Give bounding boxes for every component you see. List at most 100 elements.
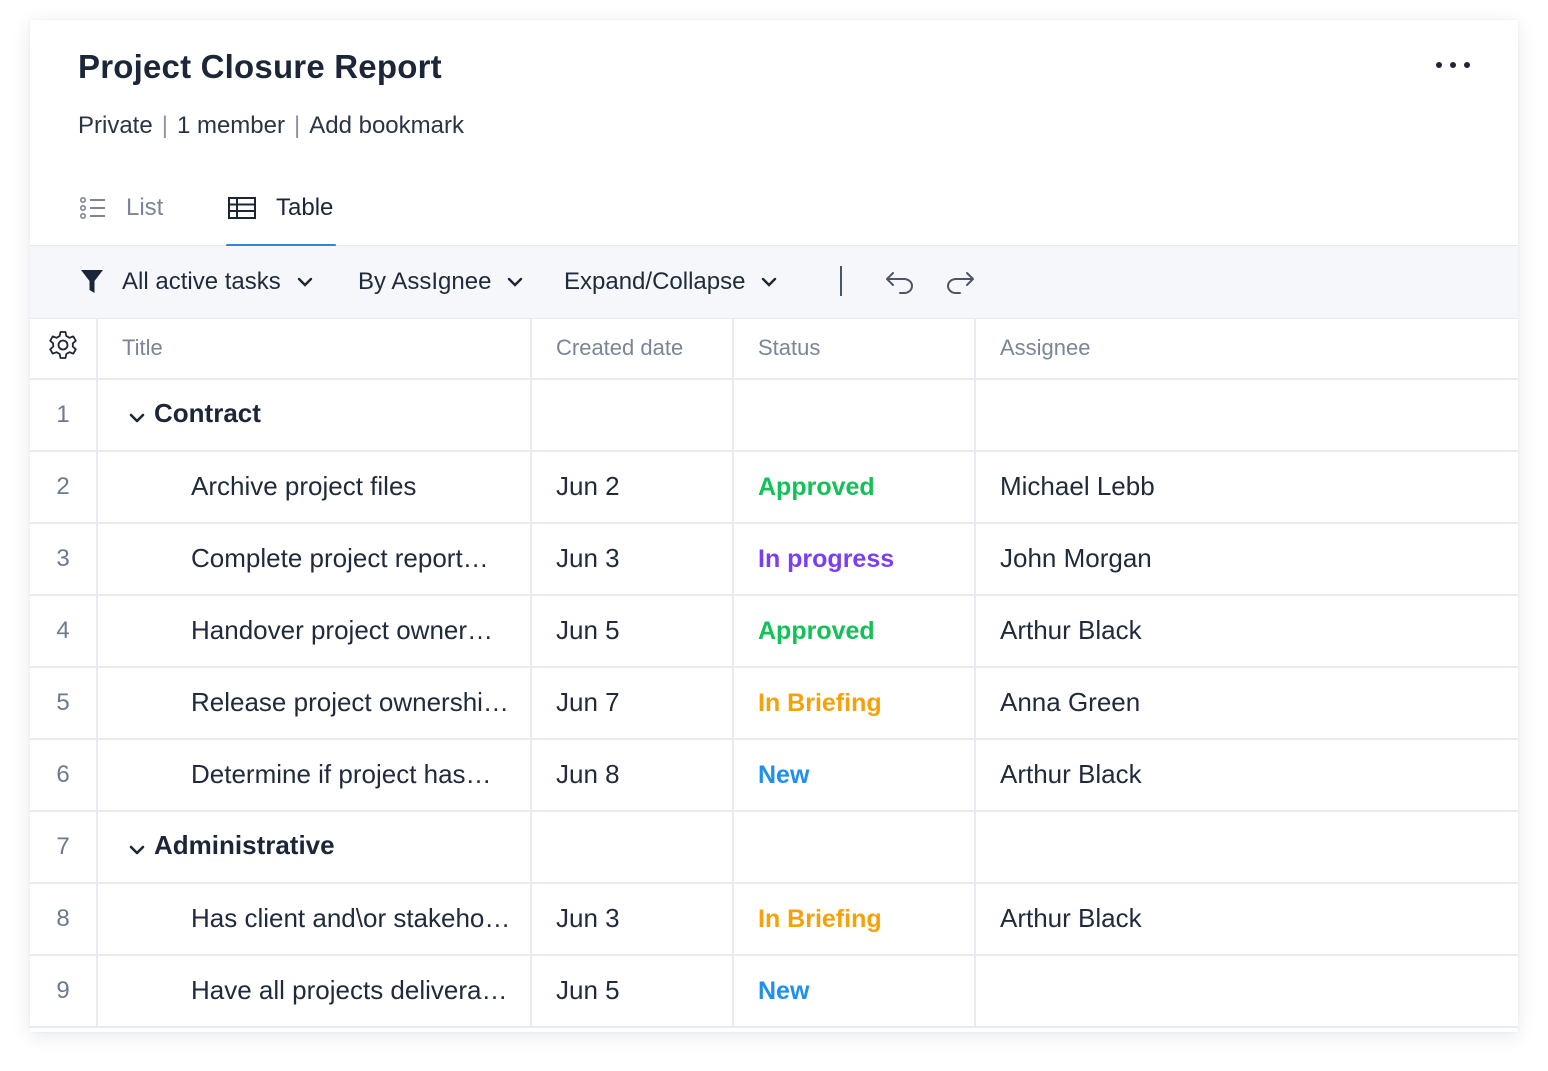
gear-icon — [48, 331, 78, 365]
table-icon — [228, 197, 256, 219]
filter-dropdown[interactable]: All active tasks — [80, 246, 313, 318]
status-cell[interactable]: New — [733, 738, 976, 812]
status-cell[interactable]: Approved — [733, 450, 976, 524]
task-title[interactable]: Have all projects delivera… — [97, 954, 532, 1028]
empty-cell — [531, 810, 734, 884]
group-title[interactable]: Contract — [97, 378, 532, 452]
created-date[interactable]: Jun 8 — [531, 738, 734, 812]
assignee-cell[interactable]: Arthur Black — [975, 594, 1518, 668]
more-options-icon[interactable] — [1436, 56, 1470, 74]
chevron-down-icon — [507, 277, 523, 287]
assignee-cell[interactable]: Anna Green — [975, 666, 1518, 740]
row-number: 4 — [30, 594, 98, 668]
assignee-cell[interactable] — [975, 954, 1518, 1028]
table-row[interactable]: 3 Complete project report… Jun 3 In progres… — [30, 522, 1518, 596]
group-row[interactable]: 7 Administrative — [30, 810, 1518, 884]
project-meta: Private | 1 member | Add bookmark — [78, 112, 464, 140]
page-title: Project Closure Report — [78, 48, 442, 85]
members-link[interactable]: 1 member — [177, 112, 285, 140]
chevron-down-icon — [761, 277, 777, 287]
group-row[interactable]: 1 Contract — [30, 378, 1518, 452]
task-title[interactable]: Archive project files — [97, 450, 532, 524]
column-header-assignee[interactable]: Assignee — [975, 318, 1518, 380]
table-row[interactable]: 4 Handover project owner… Jun 5 Approved Art… — [30, 594, 1518, 668]
meta-separator: | — [161, 112, 168, 139]
column-header-status[interactable]: Status — [733, 318, 976, 380]
list-icon — [80, 196, 106, 220]
table-row[interactable]: 6 Determine if project has… Jun 8 New Arthur… — [30, 738, 1518, 812]
table-header: Title Created date Status Assignee — [30, 318, 1518, 380]
project-card: Project Closure Report Private | 1 membe… — [30, 20, 1518, 1032]
status-cell[interactable]: In Briefing — [733, 666, 976, 740]
row-number: 6 — [30, 738, 98, 812]
status-badge: Approved — [758, 473, 875, 501]
assignee-cell[interactable]: John Morgan — [975, 522, 1518, 596]
created-date[interactable]: Jun 3 — [531, 522, 734, 596]
redo-icon[interactable] — [944, 268, 976, 296]
group-by-label: By AssIgnee — [358, 268, 492, 295]
chevron-down-icon[interactable] — [128, 400, 154, 431]
group-by-dropdown[interactable]: By AssIgnee — [358, 246, 523, 318]
assignee-cell[interactable]: Arthur Black — [975, 738, 1518, 812]
task-title[interactable]: Complete project report… — [97, 522, 532, 596]
group-title[interactable]: Administrative — [97, 810, 532, 884]
tab-table[interactable]: Table — [226, 170, 336, 247]
table-row[interactable]: 9 Have all projects delivera… Jun 5 New — [30, 954, 1518, 1028]
task-title[interactable]: Handover project owner… — [97, 594, 532, 668]
tab-list-label: List — [126, 194, 164, 221]
table-row[interactable]: 5 Release project ownershi… Jun 7 In Briefi… — [30, 666, 1518, 740]
row-number: 5 — [30, 666, 98, 740]
column-header-title[interactable]: Title — [97, 318, 532, 380]
chevron-down-icon — [297, 277, 313, 287]
meta-separator: | — [293, 112, 301, 139]
status-cell[interactable]: In progress — [733, 522, 976, 596]
empty-cell — [733, 810, 976, 884]
status-badge: New — [758, 977, 810, 1005]
group-label: Administrative — [154, 830, 335, 861]
group-label: Contract — [154, 398, 261, 429]
table-body: 1 Contract 2 Archive project files Jun 2 Appr… — [30, 378, 1518, 1028]
empty-cell — [975, 810, 1518, 884]
add-bookmark-link[interactable]: Add bookmark — [309, 112, 464, 140]
filter-label: All active tasks — [122, 268, 281, 295]
expand-collapse-label: Expand/Collapse — [564, 268, 746, 295]
tab-table-label: Table — [276, 194, 334, 221]
column-settings[interactable] — [30, 318, 98, 380]
chevron-down-icon[interactable] — [128, 832, 154, 863]
created-date[interactable]: Jun 7 — [531, 666, 734, 740]
task-title[interactable]: Has client and\or stakeho… — [97, 882, 532, 956]
assignee-cell[interactable]: Michael Lebb — [975, 450, 1518, 524]
table-row[interactable]: 8 Has client and\or stakeho… Jun 3 In Brief… — [30, 882, 1518, 956]
row-number: 7 — [30, 810, 98, 884]
created-date[interactable]: Jun 5 — [531, 954, 734, 1028]
created-date[interactable]: Jun 3 — [531, 882, 734, 956]
status-badge: New — [758, 761, 810, 789]
task-title[interactable]: Determine if project has… — [97, 738, 532, 812]
task-title[interactable]: Release project ownershi… — [97, 666, 532, 740]
created-date[interactable]: Jun 2 — [531, 450, 734, 524]
status-cell[interactable]: New — [733, 954, 976, 1028]
filter-icon — [80, 269, 104, 295]
row-number: 1 — [30, 378, 98, 452]
expand-collapse-dropdown[interactable]: Expand/Collapse — [564, 246, 777, 318]
tab-list[interactable]: List — [80, 170, 163, 246]
visibility-label[interactable]: Private — [78, 112, 153, 140]
assignee-cell[interactable]: Arthur Black — [975, 882, 1518, 956]
task-table: Title Created date Status Assignee 1 Cont… — [30, 318, 1518, 1028]
status-cell[interactable]: Approved — [733, 594, 976, 668]
row-number: 9 — [30, 954, 98, 1028]
created-date[interactable]: Jun 5 — [531, 594, 734, 668]
toolbar: All active tasks By AssIgnee Expand/Coll… — [30, 246, 1518, 318]
undo-icon[interactable] — [884, 268, 916, 296]
view-tabs: List Table — [30, 170, 1518, 247]
row-number: 3 — [30, 522, 98, 596]
column-header-created[interactable]: Created date — [531, 318, 734, 380]
status-badge: In Briefing — [758, 905, 882, 933]
status-cell[interactable]: In Briefing — [733, 882, 976, 956]
status-badge: In Briefing — [758, 689, 882, 717]
table-row[interactable]: 2 Archive project files Jun 2 Approved Micha… — [30, 450, 1518, 524]
status-badge: In progress — [758, 545, 895, 573]
status-badge: Approved — [758, 617, 875, 645]
row-number: 2 — [30, 450, 98, 524]
empty-cell — [531, 378, 734, 452]
